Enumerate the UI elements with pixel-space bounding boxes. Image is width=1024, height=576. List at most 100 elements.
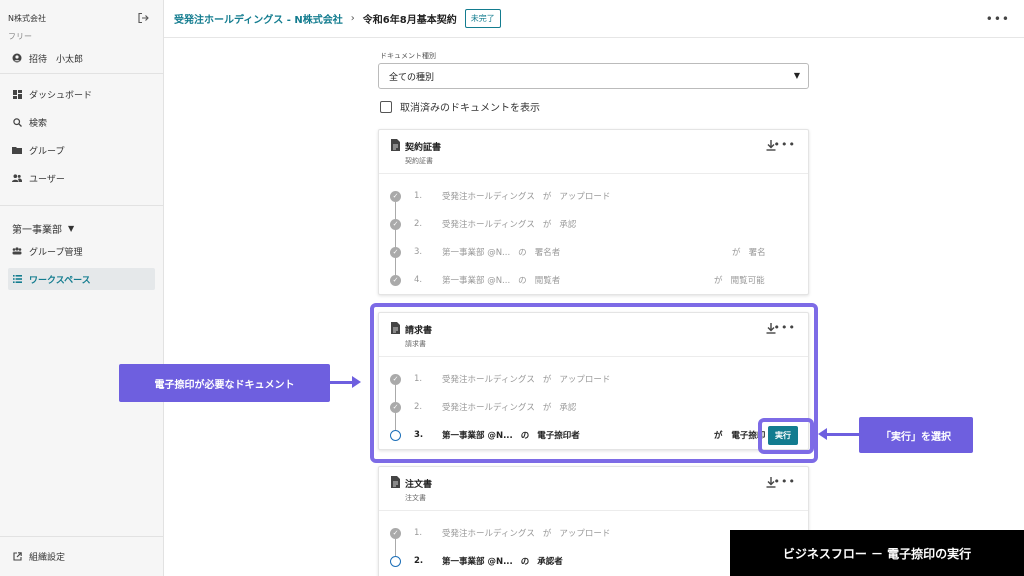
step-action: 署名者	[534, 248, 561, 258]
nav-search[interactable]: 検索	[8, 111, 155, 133]
step-action: 閲覧者	[534, 276, 561, 286]
step-action: アップロード	[559, 529, 611, 539]
step-actor: 受発注ホールディングス	[442, 220, 535, 230]
step-number: 2.	[414, 219, 423, 229]
step-right-action: 閲覧可能	[730, 276, 765, 286]
chevron-down-icon: ▼	[793, 71, 800, 80]
user-menu[interactable]: 招待 小太郎	[8, 47, 155, 69]
nav-group-management[interactable]: グループ管理	[8, 240, 155, 262]
step-right-action: 署名	[748, 248, 766, 258]
caption-banner: ビジネスフロー － 電子捺印の実行	[730, 530, 1024, 576]
card-title: 注文書	[405, 480, 433, 490]
header-bar: 受発注ホールディングス - N株式会社 › 令和6年8月基本契約 未完了 •••	[164, 0, 1024, 38]
show-cancelled-checkbox[interactable]	[380, 100, 392, 113]
arrow-left-icon	[818, 428, 827, 440]
step-particle: の	[518, 248, 527, 258]
step-right-particle: が	[714, 276, 723, 286]
nav-org-settings-label: 組織設定	[29, 552, 66, 563]
callout-left: 電子捺印が必要なドキュメント	[119, 364, 330, 402]
nav-dashboard[interactable]: ダッシュボード	[8, 83, 155, 105]
step-action: アップロード	[559, 192, 611, 202]
nav-workspace-label: ワークスペース	[29, 275, 91, 286]
highlight-execute-button	[758, 418, 814, 454]
sidebar: N株式会社 フリー 招待 小太郎 ダッシュボード 検索 グループ ユーザー 第一…	[0, 0, 164, 576]
folder-icon	[12, 145, 22, 155]
show-cancelled-label: 取消済みのドキュメントを表示	[400, 103, 540, 114]
show-cancelled-toggle[interactable]: 取消済みのドキュメントを表示	[380, 99, 540, 114]
step-action: 承認者	[537, 557, 563, 567]
step-number: 2.	[414, 556, 424, 566]
status-badge: 未完了	[464, 9, 501, 28]
step-particle: の	[518, 276, 527, 286]
highlight-invoice-card	[370, 303, 818, 463]
step-right-particle: が	[732, 248, 741, 258]
section-label: 第一事業部	[12, 225, 62, 236]
section-toggle[interactable]: 第一事業部 ▼	[12, 221, 74, 236]
step-number: 1.	[414, 191, 423, 201]
check-icon: ✓	[390, 246, 401, 258]
callout-right: 「実行」を選択	[859, 417, 973, 453]
page-title: 令和6年8月基本契約	[362, 15, 457, 26]
group-icon	[12, 246, 22, 256]
more-options-icon[interactable]: •••	[986, 12, 1010, 26]
timeline-line	[395, 202, 396, 282]
card-header: 注文書 注文書 •••	[379, 467, 808, 511]
step-particle: が	[542, 529, 552, 539]
step-particle: が	[542, 192, 552, 202]
step-actor: 受発注ホールディングス	[442, 192, 535, 202]
divider	[0, 205, 163, 206]
check-icon: ✓	[390, 190, 401, 202]
document-type-value: 全ての種別	[389, 73, 435, 83]
org-row: N株式会社	[8, 12, 149, 25]
nav-group-management-label: グループ管理	[29, 247, 83, 258]
nav-search-label: 検索	[29, 118, 48, 129]
check-icon: ✓	[390, 274, 401, 286]
breadcrumb-link[interactable]: 受発注ホールディングス - N株式会社	[174, 11, 343, 26]
logout-icon[interactable]	[137, 12, 149, 24]
step-actor: 受発注ホールディングス	[442, 529, 535, 539]
external-link-icon	[12, 551, 22, 561]
users-icon	[12, 173, 22, 183]
step-actor: 第一事業部 @N...	[442, 276, 511, 286]
flow-step: ✓ 2. 受発注ホールディングス が 承認	[390, 216, 798, 232]
step-particle: が	[542, 220, 552, 230]
nav-workspace[interactable]: ワークスペース	[8, 268, 155, 290]
search-icon	[12, 117, 22, 127]
filter-label: ドキュメント種別	[380, 52, 436, 60]
document-type-select[interactable]: 全ての種別 ▼	[378, 63, 809, 89]
step-right-text: が 署名	[732, 246, 766, 258]
nav-group[interactable]: グループ	[8, 139, 155, 161]
card-title: 契約証書	[405, 143, 442, 153]
arrow-right-icon	[352, 376, 361, 388]
dashboard-icon	[12, 89, 22, 99]
more-options-icon[interactable]: •••	[774, 138, 796, 151]
document-icon	[391, 476, 400, 488]
breadcrumb-separator: ›	[350, 13, 355, 24]
flow-step: ✓ 3. 第一事業部 @N... の 署名者 が 署名	[390, 244, 798, 260]
nav-group-label: グループ	[29, 146, 65, 157]
list-icon	[12, 274, 22, 284]
flow-step: ✓ 4. 第一事業部 @N... の 閲覧者 が 閲覧可能	[390, 272, 798, 288]
nav-users-label: ユーザー	[29, 174, 65, 185]
user-name: 招待 小太郎	[29, 54, 84, 65]
step-actor: 第一事業部 @N...	[442, 557, 513, 567]
nav-users[interactable]: ユーザー	[8, 167, 155, 189]
plan-label: フリー	[8, 32, 32, 41]
account-icon	[12, 53, 22, 63]
card-subtitle: 注文書	[405, 494, 426, 502]
arrow-line	[826, 433, 860, 436]
org-name: N株式会社	[8, 14, 46, 23]
step-action: 承認	[559, 220, 577, 230]
check-icon: ✓	[390, 218, 401, 230]
arrow-line	[330, 381, 354, 384]
divider	[0, 536, 163, 537]
step-number: 3.	[414, 247, 423, 257]
document-card: 契約証書 契約証書 ••• ✓ 1. 受発注ホールディングス が アップロード …	[378, 129, 809, 295]
document-icon	[391, 139, 400, 151]
pending-circle-icon	[390, 555, 401, 567]
chevron-down-icon: ▼	[68, 224, 75, 233]
divider	[0, 73, 163, 74]
nav-org-settings[interactable]: 組織設定	[8, 545, 155, 567]
card-subtitle: 契約証書	[405, 157, 433, 165]
more-options-icon[interactable]: •••	[774, 475, 796, 488]
